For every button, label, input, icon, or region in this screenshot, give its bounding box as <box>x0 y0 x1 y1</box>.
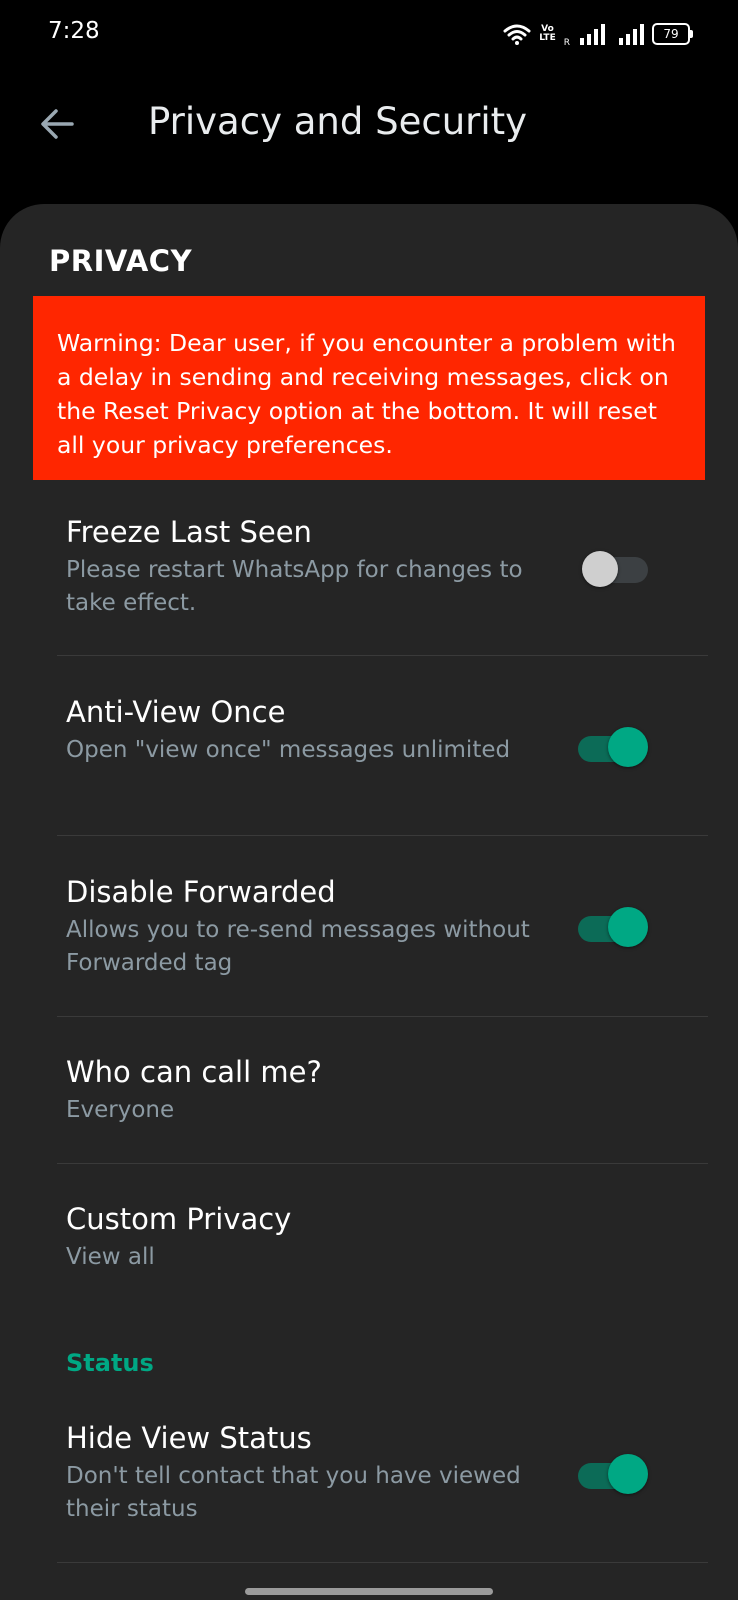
back-button[interactable] <box>36 102 80 146</box>
setting-subtitle: Please restart WhatsApp for changes to t… <box>66 557 523 616</box>
anti-view-once-toggle[interactable] <box>578 727 652 767</box>
setting-who-can-call[interactable]: Who can call me? Everyone <box>66 1054 696 1127</box>
volte-bottom-label: LTE <box>539 33 556 43</box>
roaming-indicator: R <box>563 38 570 48</box>
setting-subtitle: View all <box>66 1244 155 1270</box>
setting-subtitle: Allows you to re-send messages without F… <box>66 917 530 976</box>
signal-icon <box>580 23 605 45</box>
disable-forwarded-toggle[interactable] <box>578 907 652 947</box>
settings-sheet: PRIVACY Warning: Dear user, if you encou… <box>0 204 738 1600</box>
app-bar: Privacy and Security <box>0 70 738 200</box>
hide-view-status-toggle[interactable] <box>578 1454 652 1494</box>
toggle-knob <box>608 907 648 947</box>
setting-title: Disable Forwarded <box>66 875 336 909</box>
divider <box>57 1163 708 1164</box>
setting-title: Freeze Last Seen <box>66 515 312 549</box>
divider <box>57 655 708 656</box>
arrow-left-icon <box>41 109 74 139</box>
toggle-knob <box>582 551 618 587</box>
home-indicator[interactable] <box>245 1588 493 1595</box>
battery-icon: 79 <box>652 23 693 45</box>
setting-subtitle: Everyone <box>66 1097 175 1123</box>
setting-title: Who can call me? <box>66 1055 322 1089</box>
divider <box>57 1562 708 1563</box>
divider <box>57 1016 708 1017</box>
freeze-last-seen-toggle[interactable] <box>582 548 652 588</box>
setting-title: Anti-View Once <box>66 695 286 729</box>
toggle-knob <box>608 727 648 767</box>
setting-custom-privacy[interactable]: Custom Privacy View all <box>66 1201 696 1274</box>
signal-icon-2 <box>619 23 644 45</box>
setting-title: Custom Privacy <box>66 1202 292 1236</box>
wifi-icon <box>503 24 531 45</box>
volte-icon: Vo LTE <box>539 25 556 43</box>
section-header-status: Status <box>66 1349 154 1377</box>
page-title: Privacy and Security <box>148 100 528 143</box>
divider <box>57 835 708 836</box>
setting-subtitle: Don't tell contact that you have viewed … <box>66 1463 521 1522</box>
status-bar: 7:28 Vo LTE R 79 <box>0 0 738 70</box>
toggle-knob <box>608 1454 648 1494</box>
setting-subtitle: Open "view once" messages unlimited <box>66 737 511 763</box>
status-time: 7:28 <box>48 18 100 44</box>
setting-title: Hide View Status <box>66 1421 312 1455</box>
status-icons: Vo LTE R 79 <box>503 20 693 48</box>
section-header-privacy: PRIVACY <box>49 244 193 278</box>
warning-banner: Warning: Dear user, if you encounter a p… <box>33 296 705 480</box>
